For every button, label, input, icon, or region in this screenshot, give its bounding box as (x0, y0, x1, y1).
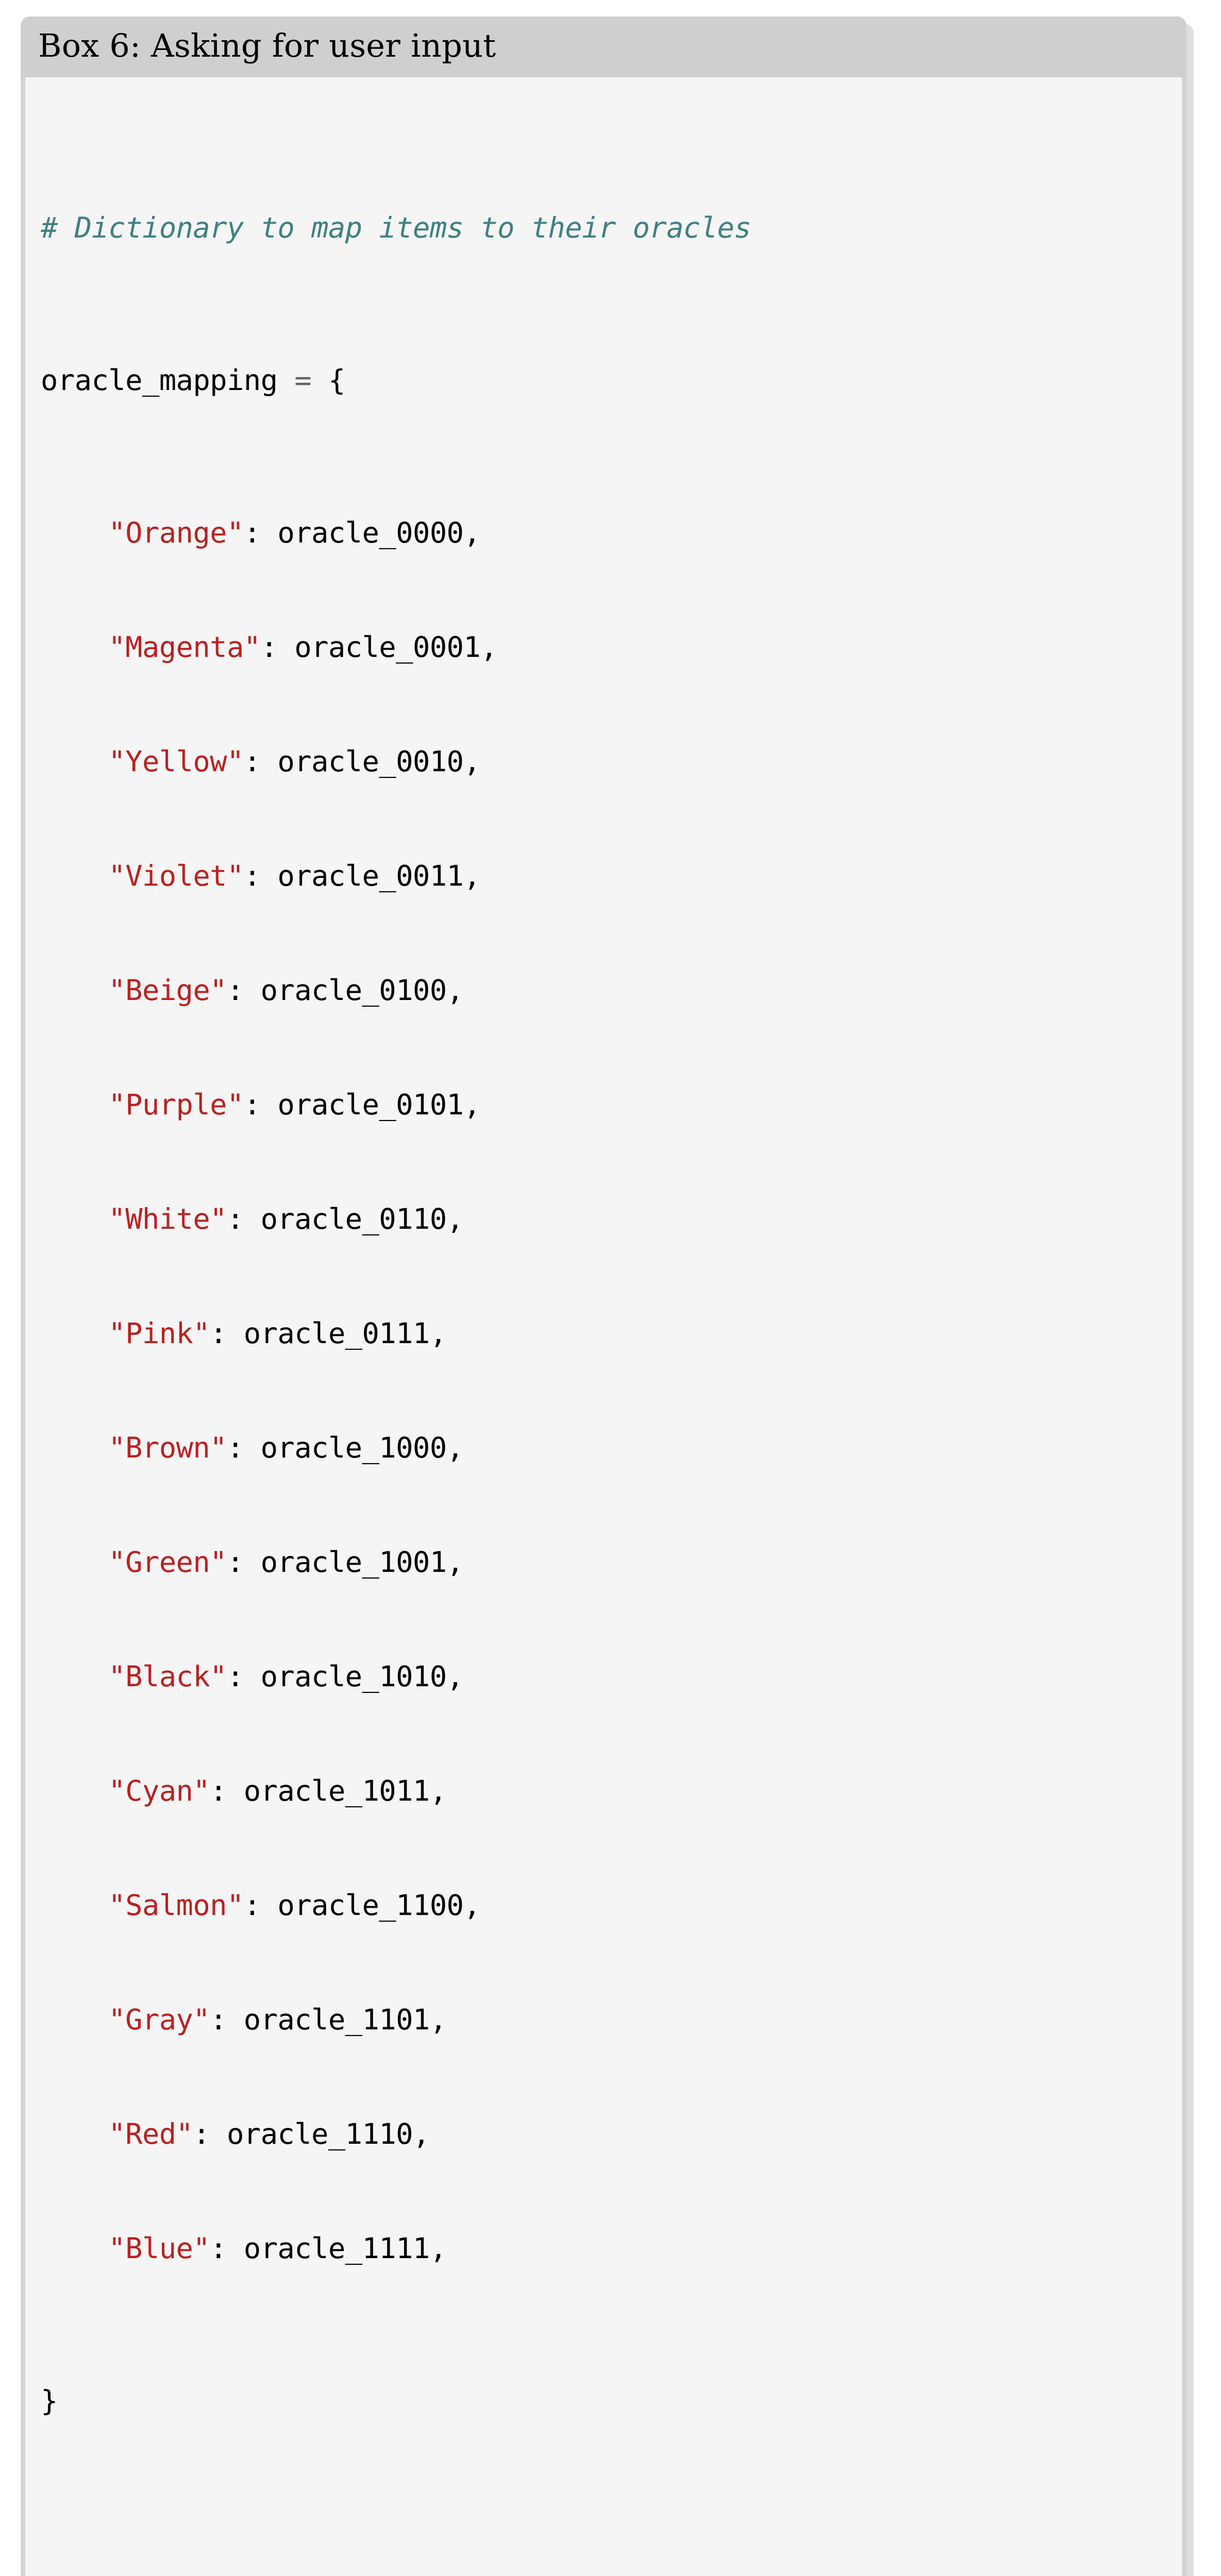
colon: : (226, 974, 261, 1007)
dict-entry: "Violet": oracle_0011, (41, 857, 1166, 895)
open-brace: { (328, 364, 345, 397)
colon: : (243, 859, 278, 893)
dict-value: oracle_0000, (277, 516, 481, 550)
colon: : (243, 516, 278, 550)
dict-key: "Black" (108, 1660, 227, 1693)
dict-key: "Gray" (108, 2003, 210, 2037)
code-line: } (41, 2382, 1166, 2420)
dict-key: "Yellow" (108, 745, 244, 778)
dict-key: "Cyan" (108, 1774, 210, 1808)
code-line: oracle_mapping = { (41, 362, 1166, 400)
colon: : (226, 1660, 261, 1693)
dict-entry: "Orange": oracle_0000, (41, 514, 1166, 552)
colon: : (210, 2232, 244, 2265)
colon: : (193, 2117, 227, 2151)
dict-entry: "Magenta": oracle_0001, (41, 629, 1166, 667)
dict-value: oracle_1110, (226, 2117, 430, 2151)
colon: : (260, 631, 295, 664)
dict-value: oracle_1000, (260, 1431, 464, 1465)
dict-key: "Magenta" (108, 631, 261, 664)
close-brace: } (41, 2384, 58, 2418)
assign-operator: = (294, 364, 312, 397)
dict-value: oracle_1001, (260, 1546, 464, 1579)
colon: : (226, 1431, 261, 1465)
box-title: Box 6: Asking for user input (21, 16, 1186, 77)
dict-entry: "Gray": oracle_1101, (41, 2001, 1166, 2039)
dict-entry: "Green": oracle_1001, (41, 1544, 1166, 1582)
dict-key: "Salmon" (108, 1889, 244, 1922)
colon: : (243, 745, 278, 778)
dict-entry: "Purple": oracle_0101, (41, 1086, 1166, 1124)
dict-value: oracle_0001, (294, 631, 498, 664)
dict-key: "Blue" (108, 2232, 210, 2265)
dict-value: oracle_1011, (243, 1774, 447, 1808)
dict-value: oracle_0010, (277, 745, 481, 778)
dict-value: oracle_1111, (243, 2232, 447, 2265)
dict-value: oracle_0011, (277, 859, 481, 893)
dict-entry: "Yellow": oracle_0010, (41, 743, 1166, 781)
dict-entry: "Cyan": oracle_1011, (41, 1772, 1166, 1810)
dict-value: oracle_0110, (260, 1202, 464, 1236)
dict-key: "White" (108, 1202, 227, 1236)
dict-name: oracle_mapping (41, 364, 278, 397)
dict-entry: "Salmon": oracle_1100, (41, 1887, 1166, 1925)
dict-key: "Pink" (108, 1317, 210, 1350)
dict-entry: "White": oracle_0110, (41, 1200, 1166, 1239)
code-box: Box 6: Asking for user input # Dictionar… (21, 16, 1186, 2576)
colon: : (210, 2003, 244, 2037)
colon: : (226, 1546, 261, 1579)
dict-entry: "Red": oracle_1110, (41, 2115, 1166, 2154)
colon: : (210, 1774, 244, 1808)
page-root: Box 6: Asking for user input # Dictionar… (0, 0, 1221, 2576)
dict-entry: "Black": oracle_1010, (41, 1658, 1166, 1696)
colon: : (243, 1088, 278, 1122)
dict-value: oracle_1010, (260, 1660, 464, 1693)
dict-key: "Green" (108, 1546, 227, 1579)
colon: : (210, 1317, 244, 1350)
colon: : (243, 1889, 278, 1922)
comment-dictionary: # Dictionary to map items to their oracl… (41, 211, 751, 245)
dict-key: "Beige" (108, 974, 227, 1007)
dict-value: oracle_0111, (243, 1317, 447, 1350)
dict-value: oracle_0100, (260, 974, 464, 1007)
dict-entry: "Pink": oracle_0111, (41, 1315, 1166, 1353)
code-body: # Dictionary to map items to their oracl… (21, 77, 1186, 2576)
dict-value: oracle_1101, (243, 2003, 447, 2037)
dict-key: "Orange" (108, 516, 244, 550)
dict-value: oracle_1100, (277, 1889, 481, 1922)
dict-key: "Violet" (108, 859, 244, 893)
code-listing: # Dictionary to map items to their oracl… (41, 95, 1166, 2576)
colon: : (226, 1202, 261, 1236)
dict-value: oracle_0101, (277, 1088, 481, 1122)
dict-entry: "Beige": oracle_0100, (41, 972, 1166, 1010)
dict-key: "Brown" (108, 1431, 227, 1465)
code-line: # Dictionary to map items to their oracl… (41, 209, 1166, 247)
dict-key: "Red" (108, 2117, 193, 2151)
dict-key: "Purple" (108, 1088, 244, 1122)
dict-entry: "Brown": oracle_1000, (41, 1429, 1166, 1467)
dict-entry: "Blue": oracle_1111, (41, 2230, 1166, 2268)
